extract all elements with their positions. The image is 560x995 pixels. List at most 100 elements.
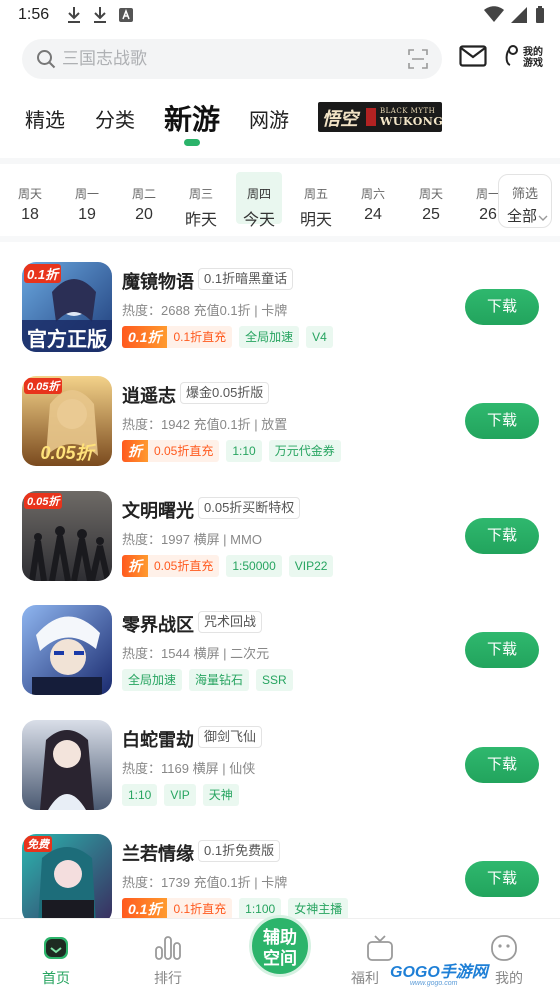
game-item[interactable]: 0.1折 官方正版 魔镜物语 0.1折暗黑童话 热度：2688 充值0.1折 |… <box>0 262 560 372</box>
download-button[interactable]: 下载 <box>465 861 539 897</box>
battery-icon <box>534 6 546 29</box>
game-name[interactable]: 兰若情缘 <box>122 840 194 866</box>
search-input[interactable] <box>62 39 392 79</box>
game-tags: 0.1折 0.1折直充 全局加速 V4 <box>122 326 333 348</box>
game-meta: 热度：1169 横屏 | 仙侠 <box>122 758 255 777</box>
game-thumbnail[interactable] <box>22 720 112 810</box>
game-item[interactable]: 白蛇雷劫 御剑飞仙 热度：1169 横屏 | 仙侠 1:10 VIP 天神 下载 <box>0 720 560 830</box>
game-meta-info: 充值0.1折 | 卡牌 <box>193 303 288 318</box>
heat-value: 2688 <box>161 303 190 318</box>
day-item[interactable]: 周天 18 <box>7 172 53 224</box>
tab-new-games[interactable]: 新游 <box>164 98 220 138</box>
day-weekday: 周一 <box>74 187 99 201</box>
feature-tag: VIP <box>164 784 196 806</box>
game-name[interactable]: 零界战区 <box>122 611 194 637</box>
game-thumbnail[interactable]: 0.05折 0.05折 <box>22 376 112 466</box>
tab-categories[interactable]: 分类 <box>95 104 135 133</box>
day-item[interactable]: 周二 20 <box>121 172 167 224</box>
game-tagline: 0.05折买断特权 <box>198 497 301 519</box>
day-item[interactable]: 周一 19 <box>64 172 110 224</box>
game-thumbnail[interactable]: 0.05折 <box>22 491 112 581</box>
scan-icon[interactable] <box>408 49 428 74</box>
feature-tag: 海量钻石 <box>189 669 250 691</box>
download-button[interactable]: 下载 <box>465 289 539 325</box>
filter-title: 筛选 <box>511 186 538 201</box>
assist-space-label-line2: 空间 <box>263 949 297 968</box>
game-item[interactable]: 0.05折 0.05折 逍遥志 爆金0.05折版 热度：1942 充值0.1折 … <box>0 376 560 486</box>
tab-featured[interactable]: 精选 <box>25 104 65 133</box>
game-meta: 热度：1997 横屏 | MMO <box>122 529 262 548</box>
download-button[interactable]: 下载 <box>465 747 539 783</box>
section-divider <box>0 158 560 164</box>
app-notification-icon <box>118 6 134 24</box>
day-weekday: 周六 <box>360 187 385 201</box>
game-tagline: 0.1折暗黑童话 <box>198 268 294 290</box>
my-games-button[interactable]: 我的 游戏 <box>504 41 543 75</box>
heat-value: 1942 <box>161 417 190 432</box>
download-button[interactable]: 下载 <box>465 403 539 439</box>
chevron-down-icon <box>538 208 548 226</box>
category-tabs: 精选 分类 新游 网游 <box>0 100 560 150</box>
thumbnail-badge: 0.05折 <box>24 493 63 509</box>
heat-value: 1739 <box>161 875 190 890</box>
day-item[interactable]: 周天 25 <box>408 172 454 224</box>
day-item[interactable]: 周五 明天 <box>293 172 339 229</box>
feature-tag: 1:10 <box>122 784 158 806</box>
download-button[interactable]: 下载 <box>465 632 539 668</box>
thumbnail-badge: 0.05折 <box>24 378 63 394</box>
discount-tag: 折 0.05折直充 <box>122 555 220 577</box>
day-date: 18 <box>21 206 39 223</box>
game-name[interactable]: 文明曙光 <box>122 497 194 523</box>
game-tags: 全局加速 海量钻石 SSR <box>122 669 293 691</box>
filter-button[interactable]: 筛选 全部 <box>498 174 552 228</box>
game-name[interactable]: 魔镜物语 <box>122 268 194 294</box>
game-thumbnail[interactable] <box>22 605 112 695</box>
discount-tag: 0.1折 0.1折直充 <box>122 326 233 348</box>
feature-tag: 女神主播 <box>288 898 349 920</box>
my-games-label-line2: 游戏 <box>523 58 543 69</box>
game-item[interactable]: 0.05折 文明曙光 0.05折买断特权 热度：1997 横屏 | MMO 折0… <box>0 491 560 601</box>
day-date: 明天 <box>299 212 332 229</box>
discount-tag: 折 0.05折直充 <box>122 440 220 462</box>
heat-label: 热度： <box>122 532 162 547</box>
game-meta-info: 充值0.1折 | 卡牌 <box>193 875 288 890</box>
my-games-label-line1: 我的 <box>523 47 543 58</box>
game-item[interactable]: 零界战区 咒术回战 热度：1544 横屏 | 二次元 全局加速 海量钻石 SSR… <box>0 605 560 715</box>
discount-badge: 0.1折 <box>122 326 168 348</box>
game-thumbnail[interactable]: 0.1折 官方正版 <box>22 262 112 352</box>
nav-rank[interactable]: 排行 <box>128 919 208 988</box>
signal-icon <box>510 6 528 29</box>
heat-label: 热度： <box>122 417 162 432</box>
discount-text: 0.05折直充 <box>148 440 220 462</box>
game-name[interactable]: 逍遥志 <box>122 382 176 408</box>
game-name[interactable]: 白蛇雷劫 <box>122 726 194 752</box>
discount-text: 0.05折直充 <box>148 555 220 577</box>
day-weekday: 周天 <box>17 187 42 201</box>
status-time: 1:56 <box>18 6 50 23</box>
release-day-strip: 周天 18 周一 19 周二 20 周三 昨天 周四 今天 周五 明天 周六 24 周天 25 … <box>0 170 500 232</box>
mail-icon[interactable] <box>459 45 487 72</box>
home-icon <box>41 933 71 963</box>
feature-tag: 1:10 <box>226 440 262 462</box>
thumbnail-caption: 0.05折 <box>40 443 94 463</box>
game-tagline: 咒术回战 <box>198 611 263 633</box>
assist-space-button[interactable]: 辅助 空间 <box>249 915 311 977</box>
feature-tag: 全局加速 <box>122 669 183 691</box>
feature-tag: 万元代金券 <box>268 440 341 462</box>
search-bar[interactable] <box>22 39 442 79</box>
day-item-selected[interactable]: 周四 今天 <box>236 172 282 229</box>
day-item[interactable]: 周三 昨天 <box>178 172 224 229</box>
download-button[interactable]: 下载 <box>465 518 539 554</box>
tab-online-games[interactable]: 网游 <box>249 104 289 133</box>
wukong-banner-tab[interactable]: 悟空 BLACK MYTH WUKONG <box>318 102 442 132</box>
game-thumbnail[interactable]: 免费 <box>22 834 112 924</box>
feature-tag: SSR <box>256 669 293 691</box>
nav-home[interactable]: 首页 <box>16 919 96 988</box>
discount-badge: 折 <box>122 555 148 577</box>
day-item[interactable]: 周六 24 <box>350 172 396 224</box>
download-icon <box>66 6 82 24</box>
game-tags: 折 0.05折直充 1:10 万元代金券 <box>122 440 341 462</box>
search-icon <box>36 49 56 74</box>
active-tab-indicator <box>184 139 200 146</box>
ranking-icon <box>153 933 183 963</box>
